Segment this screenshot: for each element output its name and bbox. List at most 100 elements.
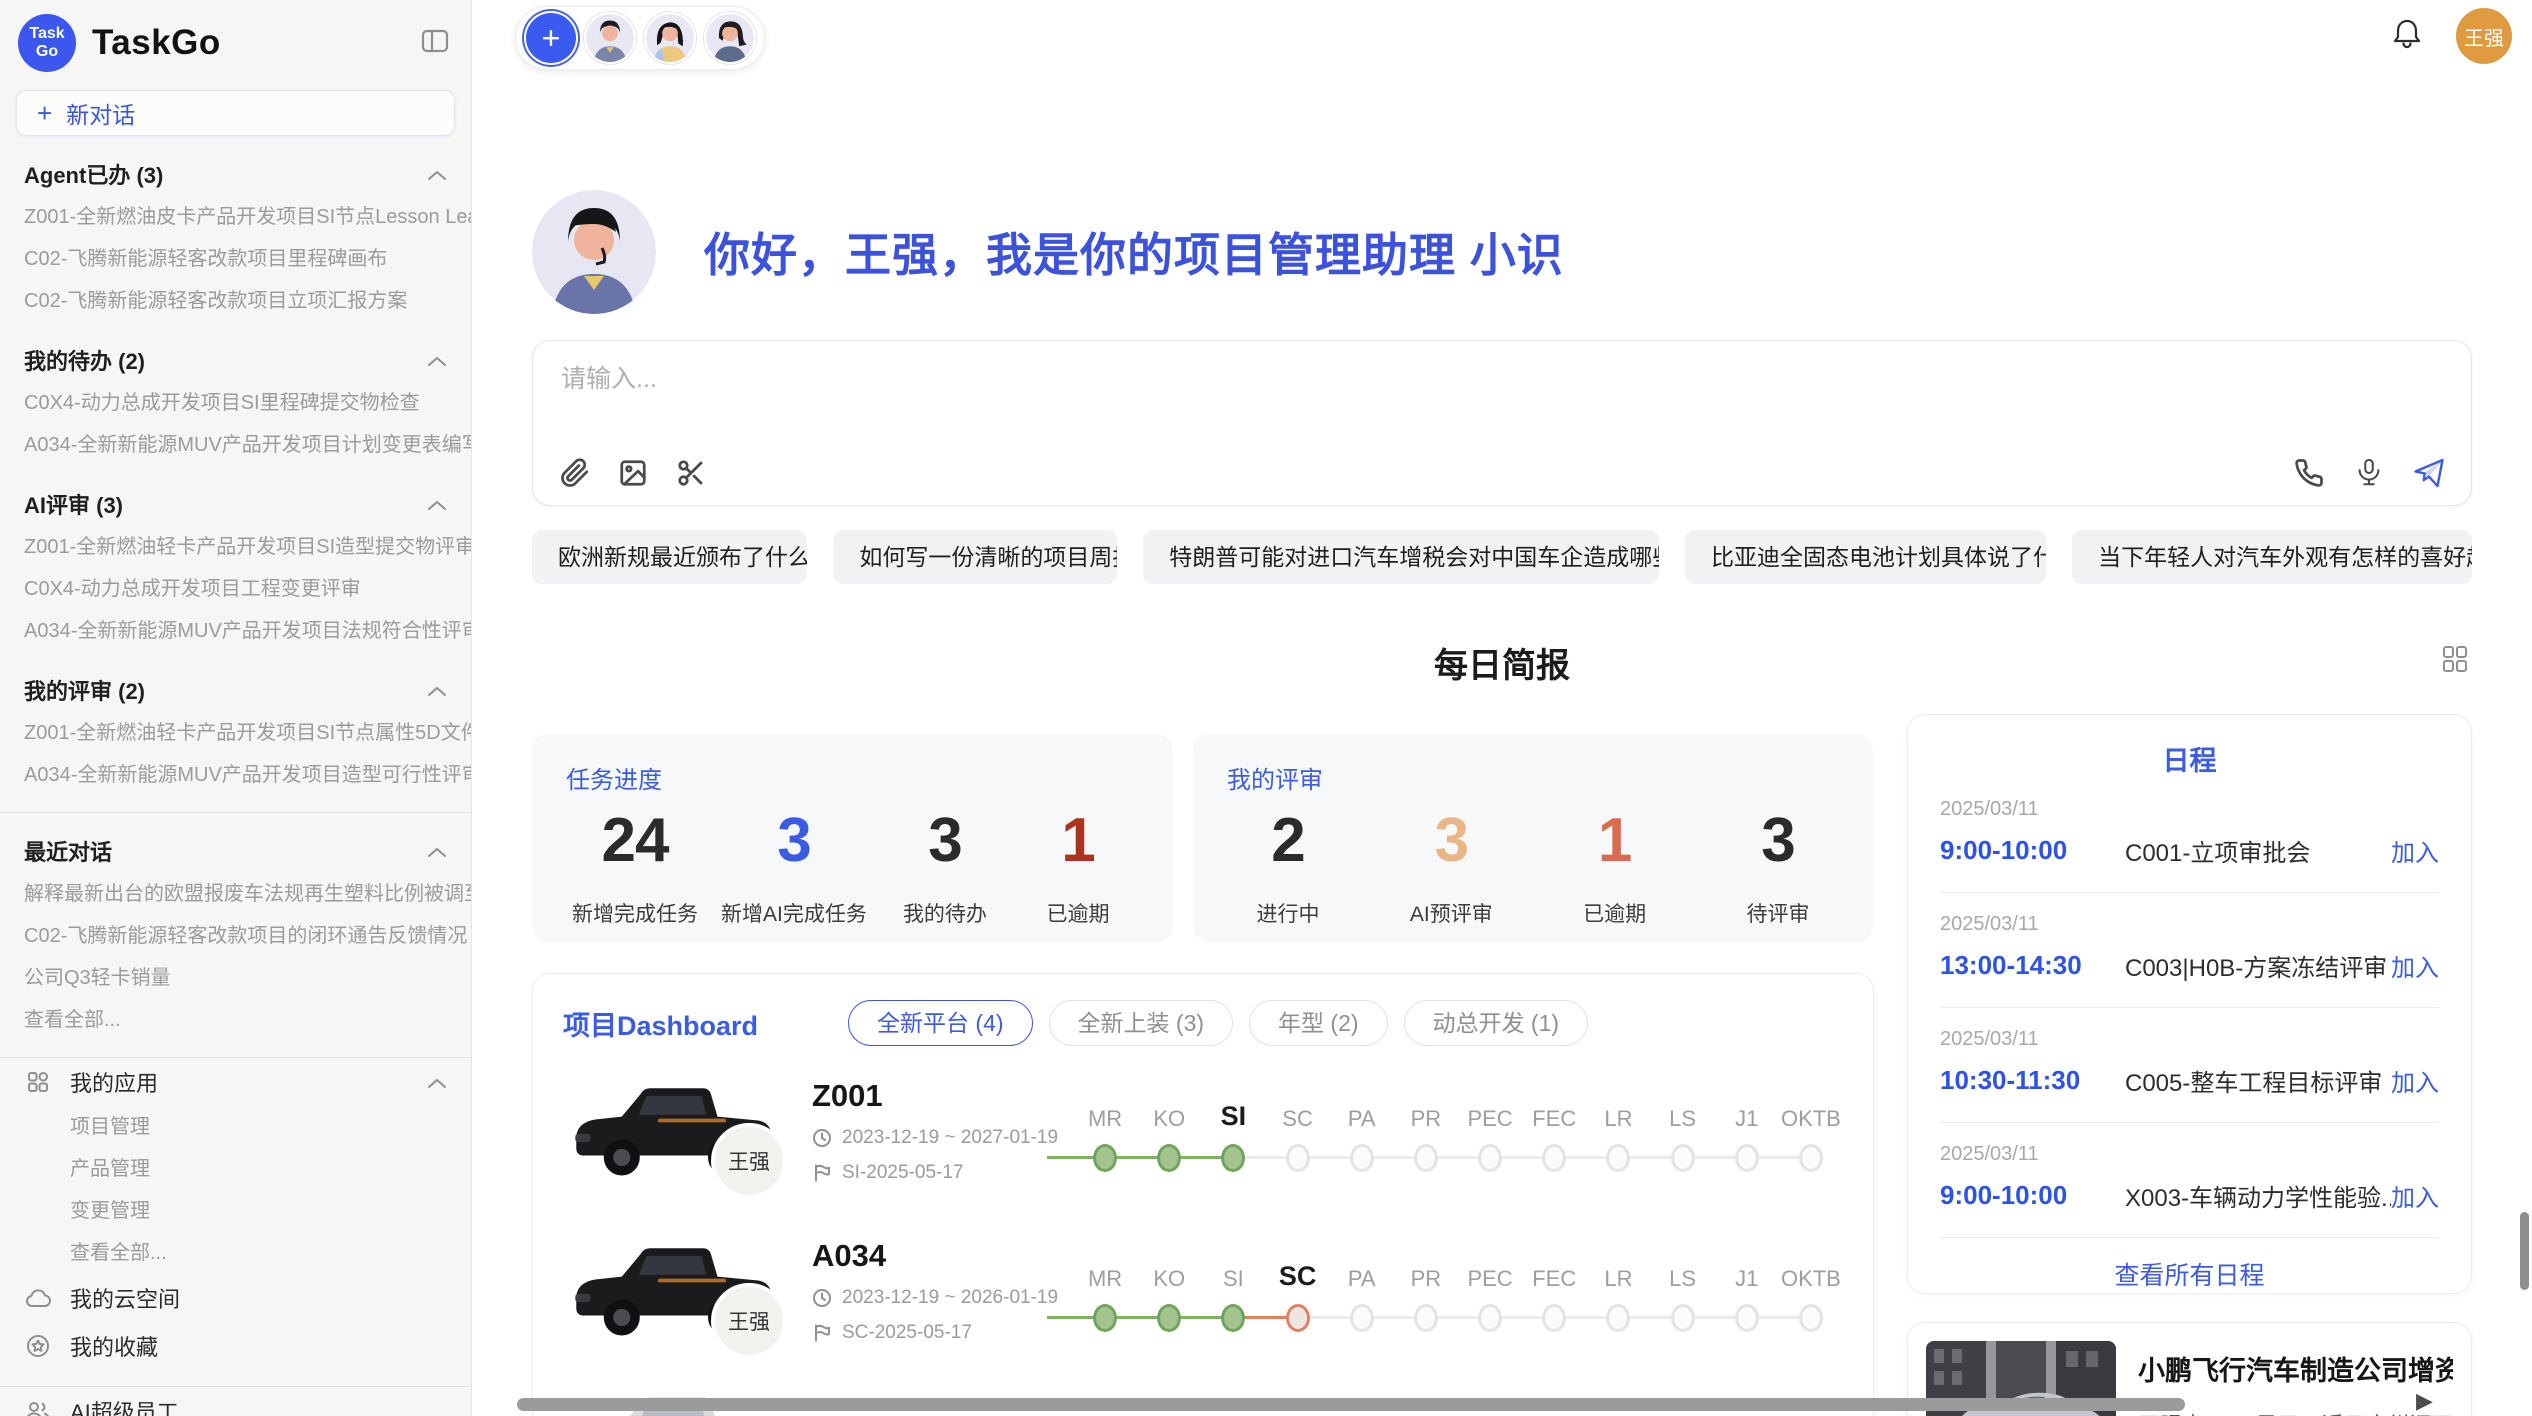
image-icon[interactable] — [617, 457, 649, 489]
section-agent-done[interactable]: Agent已办 (3) — [0, 152, 471, 196]
star-badge-icon — [24, 1332, 52, 1360]
sidebar-scroll: Agent已办 (3) Z001-全新燃油皮卡产品开发项目SI节点Lesson … — [0, 152, 471, 1416]
phone-icon[interactable] — [2293, 457, 2325, 489]
scissors-icon[interactable] — [675, 457, 707, 489]
milestone-node — [1671, 1144, 1695, 1172]
sidebar-collapse-icon[interactable] — [421, 29, 449, 58]
milestone-timeline: MR KO SI SC PA PR PEC FEC LR LS J1 — [1073, 1090, 1843, 1172]
news-title: 小鹏飞行汽车制造公司增资 — [2138, 1349, 2453, 1388]
sidebar-item[interactable]: A034-全新新能源MUV产品开发项目计划变更表编写 — [0, 424, 471, 466]
stat-my-todo: 3 我的待办 — [890, 805, 1000, 928]
add-session-button[interactable]: + — [526, 13, 576, 63]
milestone-label: MR — [1073, 1250, 1137, 1292]
suggestion-chip[interactable]: 比亚迪全固态电池计划具体说了什么 — [1685, 530, 2046, 584]
sidebar-item[interactable]: Z001-全新燃油轻卡产品开发项目SI节点属性5D文件评审 — [0, 712, 471, 754]
schedule-card: 日程 2025/03/11 9:00-10:00 C001-立项审批会 加入 2… — [1907, 714, 2472, 1294]
layout-grid-icon[interactable] — [2440, 644, 2470, 679]
schedule-item: 2025/03/11 10:30-11:30 C005-整车工程目标评审 加入 — [1940, 1008, 2439, 1123]
section-my-todo[interactable]: 我的待办 (2) — [0, 338, 471, 382]
recent-chat-item[interactable]: 解释最新出台的欧盟报废车法规再生塑料比例被调至15%... — [0, 873, 471, 915]
notification-bell-icon[interactable] — [2390, 17, 2424, 56]
tab-new-platform[interactable]: 全新平台 (4) — [848, 1000, 1033, 1046]
avatar[interactable] — [584, 12, 636, 64]
app-item-change-mgmt[interactable]: 变更管理 — [0, 1190, 471, 1232]
app-item-project-mgmt[interactable]: 项目管理 — [0, 1106, 471, 1148]
scroll-right-arrow[interactable]: ▶ — [2416, 1388, 2433, 1414]
milestone-node — [1093, 1304, 1117, 1332]
app-item-view-all[interactable]: 查看全部... — [0, 1232, 471, 1274]
section-ai-review[interactable]: AI评审 (3) — [0, 482, 471, 526]
suggestion-chip[interactable]: 欧洲新规最近颁布了什么? — [532, 530, 807, 584]
milestone-node — [1799, 1304, 1823, 1332]
sidebar-item[interactable]: Z001-全新燃油皮卡产品开发项目SI节点Lesson Learn报告 — [0, 196, 471, 238]
columns: 任务进度 24 新增完成任务 3 新增AI完成任务 — [532, 714, 2472, 1416]
project-next-milestone: SI-2025-05-17 — [812, 1162, 1067, 1184]
horizontal-scrollbar[interactable] — [517, 1398, 2185, 1411]
join-link[interactable]: 加入 — [2391, 1063, 2439, 1098]
app-item-product-mgmt[interactable]: 产品管理 — [0, 1148, 471, 1190]
suggestion-chip[interactable]: 特朗普可能对进口汽车增税会对中国车企造成哪些影响 — [1143, 530, 1659, 584]
milestone-node — [1606, 1144, 1630, 1172]
stat-label: 新增完成任务 — [572, 898, 698, 928]
join-link[interactable]: 加入 — [2391, 833, 2439, 868]
project-row-z001[interactable]: 王强 Z001 2023-12-19 ~ 2027-01-19 — [563, 1056, 1843, 1206]
briefing-header: 每日简报 — [532, 638, 2472, 684]
view-all-schedule-link[interactable]: 查看所有日程 — [1908, 1238, 2471, 1310]
dashboard-title: 项目Dashboard — [563, 1004, 758, 1043]
stat-value: 3 — [1723, 805, 1833, 876]
recent-chat-item[interactable]: 公司Q3轻卡销量 — [0, 957, 471, 999]
sidebar-item-my-apps[interactable]: 我的应用 — [0, 1058, 471, 1106]
tab-powertrain[interactable]: 动总开发 (1) — [1404, 1000, 1589, 1046]
right-column: 日程 2025/03/11 9:00-10:00 C001-立项审批会 加入 2… — [1907, 714, 2472, 1416]
vertical-scrollbar[interactable] — [2520, 1212, 2529, 1290]
new-chat-button[interactable]: + 新对话 — [16, 90, 455, 136]
suggestion-chip[interactable]: 当下年轻人对汽车外观有怎样的喜好趋势 — [2072, 530, 2472, 584]
milestone-label: SC — [1265, 1250, 1329, 1292]
recent-chat-item[interactable]: C02-飞腾新能源轻客改款项目的闭环通告反馈情况 — [0, 915, 471, 957]
app-root: Task Go TaskGo + 新对话 Agent已办 (3) Z001-全新… — [0, 0, 2532, 1416]
avatar[interactable] — [704, 12, 756, 64]
sidebar-item-my-cloud[interactable]: 我的云空间 — [0, 1274, 471, 1322]
section-recent-chats[interactable]: 最近对话 — [0, 829, 471, 873]
stat-pending-review: 3 待评审 — [1723, 805, 1833, 928]
app-title: TaskGo — [92, 23, 221, 63]
schedule-date: 2025/03/11 — [1940, 913, 2439, 936]
user-avatar[interactable]: 王强 — [2456, 8, 2512, 64]
schedule-time: 10:30-11:30 — [1940, 1065, 2125, 1096]
attachment-icon[interactable] — [559, 457, 591, 489]
join-link[interactable]: 加入 — [2391, 1178, 2439, 1213]
stat-label: 新增AI完成任务 — [721, 898, 867, 928]
sidebar-item[interactable]: A034-全新新能源MUV产品开发项目法规符合性评审 — [0, 610, 471, 652]
section-my-review[interactable]: 我的评审 (2) — [0, 668, 471, 712]
clock-icon — [812, 1288, 832, 1308]
sidebar-item[interactable]: C0X4-动力总成开发项目SI里程碑提交物检查 — [0, 382, 471, 424]
schedule-name: C003|H0B-方案冻结评审 — [2125, 948, 2391, 983]
suggestion-chip[interactable]: 如何写一份清晰的项目周报 — [833, 530, 1117, 584]
stat-label: AI预评审 — [1396, 898, 1506, 928]
avatar[interactable] — [644, 12, 696, 64]
project-row-a034[interactable]: 王强 A034 2023-12-19 ~ 2026-01-19 — [563, 1216, 1843, 1366]
tab-new-body[interactable]: 全新上装 (3) — [1049, 1000, 1234, 1046]
sidebar-item-my-favorites[interactable]: 我的收藏 — [0, 1322, 471, 1370]
sidebar-item[interactable]: Z001-全新燃油轻卡产品开发项目SI造型提交物评审 — [0, 526, 471, 568]
sidebar-item[interactable]: C0X4-动力总成开发项目工程变更评审 — [0, 568, 471, 610]
sidebar-item[interactable]: A034-全新新能源MUV产品开发项目造型可行性评审 — [0, 754, 471, 796]
schedule-name: X003-车辆动力学性能验... — [2125, 1178, 2391, 1213]
project-next-milestone: SC-2025-05-17 — [812, 1322, 1067, 1344]
send-icon[interactable] — [2413, 457, 2445, 489]
session-avatar-bar: + — [515, 6, 765, 70]
project-code: Z001 — [812, 1078, 1067, 1114]
milestone-node — [1350, 1144, 1374, 1172]
tab-model-year[interactable]: 年型 (2) — [1249, 1000, 1388, 1046]
sidebar-item-ai-employee[interactable]: AI超级员工 — [0, 1387, 471, 1416]
join-link[interactable]: 加入 — [2391, 948, 2439, 983]
sidebar: Task Go TaskGo + 新对话 Agent已办 (3) Z001-全新… — [0, 0, 472, 1416]
chat-input[interactable] — [561, 365, 2161, 394]
milestone-node — [1799, 1144, 1823, 1172]
microphone-icon[interactable] — [2353, 457, 2385, 489]
card-title: 我的评审 — [1227, 760, 1839, 795]
recent-chat-view-all[interactable]: 查看全部... — [0, 999, 471, 1041]
sidebar-item[interactable]: C02-飞腾新能源轻客改款项目立项汇报方案 — [0, 280, 471, 322]
stat-new-done: 24 新增完成任务 — [572, 805, 698, 928]
sidebar-item[interactable]: C02-飞腾新能源轻客改款项目里程碑画布 — [0, 238, 471, 280]
